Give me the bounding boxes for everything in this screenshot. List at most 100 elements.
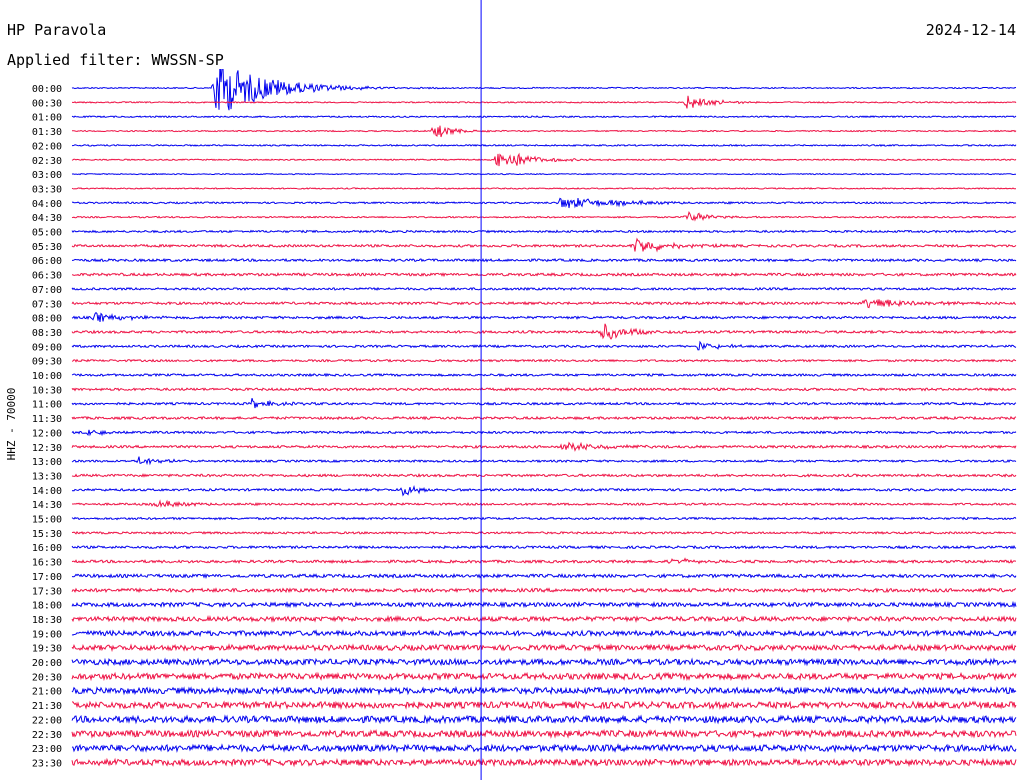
trace-row	[71, 398, 1017, 409]
time-label: 15:00	[32, 515, 62, 526]
trace-row	[71, 441, 1017, 452]
trace-row	[71, 197, 1017, 209]
time-label: 01:30	[32, 127, 62, 138]
time-label: 07:30	[32, 299, 62, 310]
time-label: 16:00	[32, 543, 62, 554]
time-label: 03:30	[32, 184, 62, 195]
trace-group	[71, 60, 1017, 768]
trace-row	[71, 456, 1017, 466]
time-label: 06:30	[32, 271, 62, 282]
time-label: 11:30	[32, 414, 62, 425]
time-label: 07:00	[32, 285, 62, 296]
trace-row	[71, 743, 1017, 754]
trace-row	[72, 143, 1017, 147]
time-label: 08:30	[32, 328, 62, 339]
time-label: 03:00	[32, 170, 62, 181]
time-label: 23:30	[32, 758, 62, 769]
time-label: 12:30	[32, 443, 62, 454]
time-label: 05:30	[32, 242, 62, 253]
time-label: 01:00	[32, 113, 62, 124]
trace-row	[71, 115, 1017, 119]
time-label: 06:00	[32, 256, 62, 267]
trace-row	[71, 629, 1017, 638]
trace-row	[71, 211, 1017, 222]
time-label: 09:00	[32, 342, 62, 353]
time-label: 09:30	[32, 357, 62, 368]
time-label: 17:30	[32, 586, 62, 597]
trace-row	[71, 600, 1017, 609]
time-label: 21:00	[32, 687, 62, 698]
trace-row	[71, 516, 1017, 521]
time-label: 00:00	[32, 84, 62, 95]
trace-row	[71, 714, 1017, 725]
trace-row	[71, 700, 1017, 711]
time-label: 14:00	[32, 486, 62, 497]
trace-row	[71, 311, 1017, 322]
time-label: 11:00	[32, 400, 62, 411]
time-label-group: 00:00 00:30 01:00 01:30 02:00 02:30 03:00 03:30…	[32, 84, 62, 769]
time-label: 20:00	[32, 658, 62, 669]
trace-row	[71, 323, 1017, 340]
trace-row	[72, 95, 1017, 109]
trace-row	[71, 728, 1017, 739]
y-axis-label: HHZ - 70000	[5, 388, 18, 461]
station-title: HP Paravola	[7, 21, 107, 39]
trace-row	[71, 372, 1017, 378]
time-label: 17:00	[32, 572, 62, 583]
time-label: 14:30	[32, 500, 62, 511]
trace-row	[71, 429, 1017, 437]
time-label: 00:30	[32, 98, 62, 109]
trace-row	[71, 530, 1017, 535]
trace-row	[71, 340, 1017, 351]
trace-row	[71, 671, 1017, 682]
trace-row	[71, 298, 1017, 309]
time-label: 04:30	[32, 213, 62, 224]
trace-row	[71, 572, 1017, 580]
filter-label: Applied filter: WWSSN-SP	[7, 51, 224, 69]
trace-row	[72, 125, 1017, 138]
trace-row	[71, 172, 1016, 176]
time-label: 16:30	[32, 558, 62, 569]
trace-row	[71, 187, 1016, 190]
time-label: 13:30	[32, 471, 62, 482]
time-label: 12:00	[32, 428, 62, 439]
trace-row	[72, 499, 1017, 508]
trace-row	[71, 237, 1017, 253]
trace-row	[71, 685, 1017, 696]
trace-row	[71, 657, 1017, 667]
time-label: 10:30	[32, 385, 62, 396]
time-label: 04:00	[32, 199, 62, 210]
trace-row	[71, 229, 1017, 234]
time-label: 20:30	[32, 672, 62, 683]
time-label: 15:30	[32, 529, 62, 540]
time-label: 18:00	[32, 601, 62, 612]
trace-row	[71, 386, 1017, 392]
trace-row	[71, 557, 1016, 565]
time-label: 19:00	[32, 629, 62, 640]
time-label: 19:30	[32, 644, 62, 655]
trace-row	[71, 757, 1017, 768]
time-label: 18:30	[32, 615, 62, 626]
time-label: 10:00	[32, 371, 62, 382]
trace-row	[71, 614, 1017, 624]
time-label: 02:00	[32, 141, 62, 152]
trace-row	[71, 272, 1017, 278]
trace-row	[71, 587, 1017, 594]
time-label: 08:00	[32, 314, 62, 325]
trace-row	[71, 544, 1017, 550]
time-label: 22:00	[32, 715, 62, 726]
trace-row	[71, 152, 1017, 167]
time-label: 23:00	[32, 744, 62, 755]
time-label: 13:00	[32, 457, 62, 468]
trace-row	[71, 643, 1017, 653]
trace-row	[71, 484, 1017, 497]
time-label: 05:00	[32, 228, 62, 239]
trace-row	[71, 358, 1017, 363]
trace-row	[71, 415, 1017, 421]
time-label: 21:30	[32, 701, 62, 712]
trace-row	[72, 257, 1017, 263]
time-label: 02:30	[32, 156, 62, 167]
date-label: 2024-12-14	[925, 21, 1016, 39]
trace-row	[71, 473, 1017, 478]
helicorder-plot: 00:00 00:30 01:00 01:30 02:00 02:30 03:00 03:30…	[5, 0, 1017, 780]
